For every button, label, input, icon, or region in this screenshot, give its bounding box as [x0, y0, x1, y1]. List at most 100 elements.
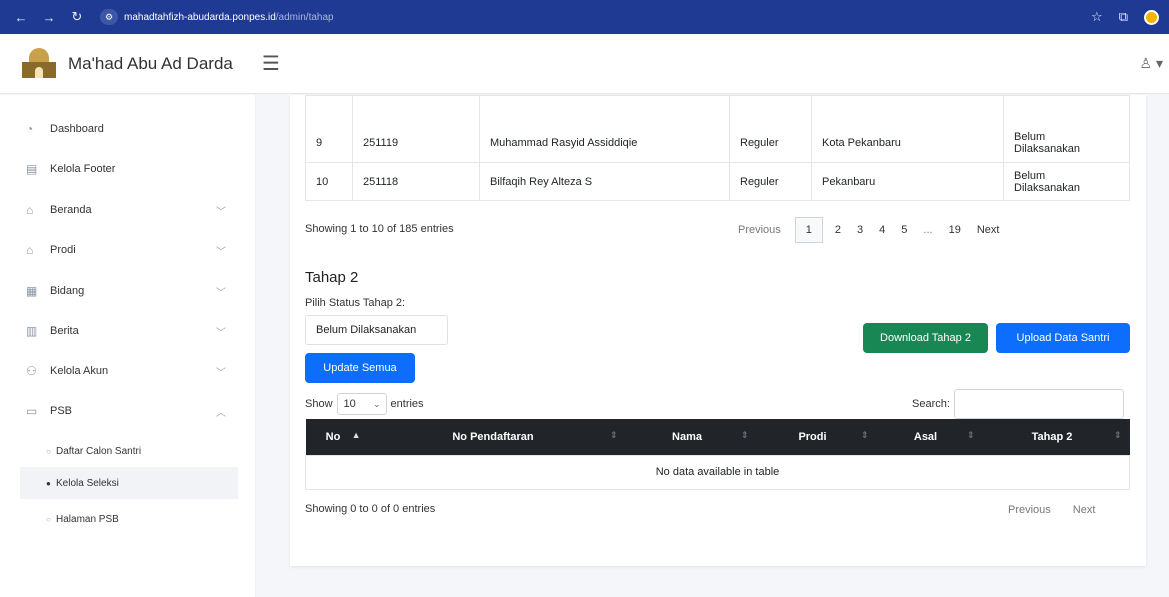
show-entries-control: Show 10 ⌄ entries — [305, 393, 424, 415]
sort-icon: ⇕ — [966, 430, 975, 440]
brand[interactable]: Ma'had Abu Ad Darda — [0, 47, 258, 80]
sidebar-subitem-daftar-calon-santri[interactable]: ○ Daftar Calon Santri — [20, 435, 238, 467]
sidebar-item-dashboard[interactable]: ◔ Dashboard — [20, 113, 238, 145]
speedometer-icon: ◔ — [26, 122, 34, 136]
tahap1-pagination: Previous 1 2 3 4 5 ... 19 Next — [730, 217, 1007, 243]
empty-table-message: No data available in table — [305, 454, 1130, 490]
sidebar-item-label: Prodi — [50, 244, 76, 256]
table-cell: 10 — [305, 162, 353, 201]
users-icon: ⚇ — [26, 364, 37, 378]
mosque-logo-icon — [20, 47, 58, 80]
chevron-down-icon: ﹀ — [216, 287, 226, 299]
column-header-nama[interactable]: Nama ⇕ — [625, 419, 757, 455]
previous-page-button[interactable]: Previous — [1000, 497, 1059, 523]
table-row: 9 251119 Muhammad Rasyid Assiddiqie Regu… — [305, 95, 1130, 163]
reload-icon[interactable]: ↻ — [66, 6, 88, 28]
chevron-down-icon: ⌄ — [372, 398, 381, 409]
column-label: Asal — [913, 430, 938, 443]
site-info-icon[interactable]: ⚙ — [100, 9, 118, 25]
status-select[interactable]: Belum Dilaksanakan — [305, 315, 448, 345]
sidebar-item-berita[interactable]: ▥ Berita ﹀ — [20, 315, 238, 347]
sidebar-item-kelola-akun[interactable]: ⚇ Kelola Akun ﹀ — [20, 355, 238, 387]
circle-icon: ○ — [46, 446, 51, 456]
page-button-1[interactable]: 1 — [794, 217, 823, 243]
show-label: Show — [305, 398, 333, 410]
entries-value: 10 — [343, 398, 356, 410]
column-label: No — [325, 430, 341, 443]
table-cell: Reguler — [729, 95, 812, 163]
table-row: No data available in table — [305, 454, 1130, 490]
table-cell: Reguler — [729, 162, 812, 201]
sort-icon: ⇕ — [740, 430, 749, 440]
status-line: Dilaksanakan — [1014, 181, 1081, 194]
tahap1-table: 9 251119 Muhammad Rasyid Assiddiqie Regu… — [305, 95, 1130, 201]
chevron-down-icon: ﹀ — [216, 327, 226, 339]
next-page-button[interactable]: Next — [969, 217, 1008, 243]
bookmark-star-icon[interactable]: ☆ — [1091, 9, 1103, 25]
sidebar-subitem-label: Kelola Seleksi — [56, 477, 119, 489]
table-header-row: No ▲ No Pendaftaran ⇕ Nama ⇕ Prodi ⇕ Asal ⇕ T… — [305, 419, 1130, 455]
previous-page-button[interactable]: Previous — [730, 217, 789, 243]
folder-icon: ▭ — [26, 404, 38, 418]
sidebar-item-prodi[interactable]: ⌂ Prodi ﹀ — [20, 234, 238, 266]
sidebar-subitem-halaman-psb[interactable]: ○ Halaman PSB — [20, 503, 238, 535]
sidebar-item-beranda[interactable]: ⌂ Beranda ﹀ — [20, 194, 238, 226]
profile-avatar[interactable] — [1144, 9, 1159, 25]
hamburger-menu-icon[interactable]: ☰ — [262, 51, 280, 76]
search-input[interactable] — [953, 389, 1124, 419]
column-label: Tahap 2 — [1031, 430, 1073, 443]
download-tahap2-button[interactable]: Download Tahap 2 — [863, 323, 988, 353]
sidebar-subitem-kelola-seleksi[interactable]: ● Kelola Seleksi — [20, 467, 238, 499]
column-label: Prodi — [798, 430, 827, 443]
status-select-label: Pilih Status Tahap 2: — [305, 297, 406, 309]
sidebar-item-bidang[interactable]: ▦ Bidang ﹀ — [20, 275, 238, 307]
table-cell: Pekanbaru — [811, 162, 1004, 201]
search-control: Search: — [912, 389, 1124, 419]
sidebar-item-label: PSB — [50, 405, 73, 417]
page-button-19[interactable]: 19 — [941, 217, 969, 243]
sidebar-item-label: Beranda — [50, 204, 92, 216]
table-row: 10 251118 Bilfaqih Rey Alteza S Reguler … — [305, 162, 1130, 201]
home-icon: ⌂ — [26, 203, 34, 217]
forward-icon[interactable]: → — [38, 6, 60, 28]
table-cell: 251118 — [352, 162, 480, 201]
column-header-no[interactable]: No ▲ — [305, 419, 369, 455]
sidebar-item-label: Bidang — [50, 285, 85, 297]
tahap2-table: No ▲ No Pendaftaran ⇕ Nama ⇕ Prodi ⇕ Asal ⇕ T… — [305, 419, 1130, 490]
table-cell: 9 — [305, 95, 353, 163]
newspaper-icon: ▥ — [26, 324, 38, 338]
sidebar-item-kelola-footer[interactable]: ▤ Kelola Footer — [20, 153, 238, 185]
url-path: /admin/tahap — [275, 11, 334, 23]
page-button-4[interactable]: 4 — [871, 217, 893, 243]
grid-icon: ▦ — [26, 284, 38, 298]
page-button-3[interactable]: 3 — [849, 217, 871, 243]
column-label: Nama — [672, 430, 702, 443]
sidebar: ◔ Dashboard ▤ Kelola Footer ⌂ Beranda ﹀ … — [0, 95, 256, 597]
status-line: Belum — [1014, 131, 1046, 143]
sidebar-item-psb[interactable]: ▭ PSB ︿ — [20, 395, 238, 427]
page-button-2[interactable]: 2 — [827, 217, 849, 243]
entries-select[interactable]: 10 ⌄ — [336, 393, 387, 415]
chevron-down-icon: ﹀ — [216, 367, 226, 379]
next-page-button[interactable]: Next — [1065, 497, 1104, 523]
sidebar-item-label: Dashboard — [50, 123, 104, 135]
column-header-tahap2[interactable]: Tahap 2 ⇕ — [982, 419, 1130, 455]
column-header-asal[interactable]: Asal ⇕ — [876, 419, 983, 455]
layout-icon: ▤ — [26, 162, 38, 176]
chevron-up-icon: ︿ — [216, 407, 226, 419]
building-icon: ⌂ — [26, 243, 34, 257]
url-host: mahadtahfizh-abudarda.ponpes.id — [124, 11, 276, 23]
chevron-down-icon: ﹀ — [216, 206, 226, 218]
upload-data-santri-button[interactable]: Upload Data Santri — [996, 323, 1130, 353]
back-icon[interactable]: ← — [10, 6, 32, 28]
search-label: Search: — [912, 398, 950, 410]
update-semua-button[interactable]: Update Semua — [305, 353, 415, 383]
chevron-down-icon: ﹀ — [216, 246, 226, 258]
brand-name: Ma'had Abu Ad Darda — [68, 53, 233, 73]
user-menu-icon[interactable]: ♙ ▾ — [1140, 55, 1163, 72]
page-button-5[interactable]: 5 — [893, 217, 915, 243]
column-header-prodi[interactable]: Prodi ⇕ — [756, 419, 877, 455]
address-bar[interactable]: ⚙ mahadtahfizh-abudarda.ponpes.id/admin/… — [100, 6, 334, 28]
column-header-no-pendaftaran[interactable]: No Pendaftaran ⇕ — [368, 419, 626, 455]
extensions-icon[interactable]: ⧉ — [1119, 9, 1128, 25]
